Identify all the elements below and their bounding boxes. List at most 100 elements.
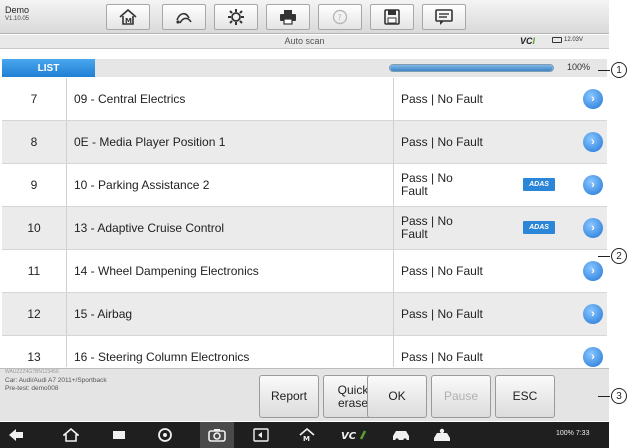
- home-button[interactable]: M: [106, 4, 150, 30]
- camera-button[interactable]: [200, 422, 234, 448]
- svg-text:M: M: [125, 17, 132, 25]
- callout-1-line: [598, 70, 610, 71]
- row-number: 7: [2, 78, 67, 120]
- table-row[interactable]: 7 09 - Central Electrics Pass | No Fault ›: [2, 78, 607, 121]
- system-status: Pass | No Fault: [401, 263, 483, 278]
- system-status: Pass | No Fault: [401, 306, 483, 321]
- system-status: Pass | No Fault: [401, 134, 483, 149]
- vehicle-info: Car: Audi/Audi A7 2011+/Sportback: [5, 377, 107, 384]
- recent-apps-button[interactable]: [111, 426, 127, 444]
- shop-manager-button[interactable]: [391, 426, 411, 444]
- app-version: V1.10.05: [5, 16, 30, 22]
- status-cell: Pass | No Fault ›: [394, 121, 607, 163]
- tab-list[interactable]: LIST: [2, 59, 95, 77]
- system-status: Pass | No Fault: [401, 91, 483, 106]
- vin-text: WAUZZZ4G7BN123456: [5, 369, 59, 375]
- display-mirror-button[interactable]: [253, 426, 269, 444]
- svg-text:VC: VC: [341, 431, 357, 441]
- esc-button[interactable]: ESC: [495, 375, 555, 418]
- status-cell: Pass | No Fault ›: [394, 336, 607, 367]
- battery-indicator: 12.03V: [552, 37, 583, 43]
- system-status: Pass | No Fault: [401, 214, 453, 241]
- scan-progress-fill: [390, 65, 553, 71]
- quick-erase-label-2: erase: [337, 395, 369, 410]
- scan-progress-bar: [389, 64, 554, 72]
- display-mirror-icon: [253, 428, 269, 442]
- data-logging-icon: [435, 9, 453, 25]
- row-number: 12: [2, 293, 67, 335]
- settings-icon: [228, 9, 244, 25]
- maxisys-home-button[interactable]: M: [299, 426, 315, 444]
- system-name: 15 - Airbag: [67, 293, 394, 335]
- chevron-glyph: ›: [591, 135, 595, 148]
- top-toolbar: Demo V1.10.05 M ?: [0, 0, 609, 34]
- row-number: 13: [2, 336, 67, 367]
- chevron-glyph: ›: [591, 264, 595, 277]
- chevron-right-icon[interactable]: ›: [583, 347, 603, 367]
- table-row[interactable]: 10 13 - Adaptive Cruise Control Pass | No …: [2, 207, 607, 250]
- android-home-button[interactable]: [63, 426, 79, 444]
- chevron-right-icon[interactable]: ›: [583, 132, 603, 152]
- chevron-glyph: ›: [591, 92, 595, 105]
- save-button[interactable]: [370, 4, 414, 30]
- data-logging-button[interactable]: [422, 4, 466, 30]
- vci-shortcut-button[interactable]: VC: [341, 426, 369, 444]
- settings-button[interactable]: [214, 4, 258, 30]
- system-name: 13 - Adaptive Cruise Control: [67, 207, 394, 249]
- chevron-right-icon[interactable]: ›: [583, 304, 603, 324]
- help-button[interactable]: ?: [318, 4, 362, 30]
- system-list: 7 09 - Central Electrics Pass | No Fault › 8…: [2, 78, 607, 367]
- android-home-icon: [63, 428, 79, 442]
- adas-badge: ADAS: [523, 178, 555, 191]
- app-window: Demo V1.10.05 M ? Auto scan VCI 12.03V L…: [0, 0, 609, 448]
- callout-3-line: [598, 396, 610, 397]
- table-row[interactable]: 9 10 - Parking Assistance 2 Pass | No Faul…: [2, 164, 607, 207]
- save-icon: [384, 9, 400, 25]
- camera-icon: [208, 429, 226, 442]
- chevron-right-icon[interactable]: ›: [583, 89, 603, 109]
- status-cell: Pass | No Fault ADAS ›: [394, 207, 607, 249]
- status-bar: Auto scan VCI 12.03V: [0, 35, 609, 49]
- adas-badge: ADAS: [523, 221, 555, 234]
- callout-3: 3: [611, 388, 627, 404]
- pause-button[interactable]: Pause: [431, 375, 491, 418]
- chevron-right-icon[interactable]: ›: [583, 218, 603, 238]
- back-button[interactable]: [8, 426, 24, 444]
- callout-1: 1: [611, 62, 627, 78]
- chevron-glyph: ›: [591, 221, 595, 234]
- chevron-glyph: ›: [591, 178, 595, 191]
- vehicle-swap-icon: [176, 12, 192, 24]
- table-row[interactable]: 12 15 - Airbag Pass | No Fault ›: [2, 293, 607, 336]
- report-button[interactable]: Report: [259, 375, 319, 418]
- browser-button[interactable]: [157, 426, 173, 444]
- print-button[interactable]: [266, 4, 310, 30]
- vehicle-swap-button[interactable]: [162, 4, 206, 30]
- remote-support-icon: [434, 428, 450, 441]
- vci-indicator: VCI: [520, 36, 535, 46]
- callout-2-line: [598, 256, 610, 257]
- battery-voltage: 12.03V: [564, 37, 584, 43]
- row-number: 10: [2, 207, 67, 249]
- list-header: LIST 100%: [2, 59, 607, 77]
- system-name: 16 - Steering Column Electronics: [67, 336, 394, 367]
- status-cell: Pass | No Fault ›: [394, 250, 607, 292]
- system-name: 10 - Parking Assistance 2: [67, 164, 394, 206]
- browser-icon: [158, 428, 172, 442]
- table-row[interactable]: 11 14 - Wheel Dampening Electronics Pass |…: [2, 250, 607, 293]
- battery-icon: [552, 37, 562, 43]
- vci-shortcut-icon: VC: [341, 430, 367, 441]
- maxisys-home-icon: M: [299, 428, 315, 442]
- row-number: 9: [2, 164, 67, 206]
- screen-title: Auto scan: [284, 36, 325, 46]
- back-icon: [9, 429, 23, 441]
- table-row[interactable]: 8 0E - Media Player Position 1 Pass | No F…: [2, 121, 607, 164]
- car-icon: [393, 431, 409, 442]
- table-row[interactable]: 13 16 - Steering Column Electronics Pass |…: [2, 336, 607, 367]
- ok-button[interactable]: OK: [367, 375, 427, 418]
- chevron-right-icon[interactable]: ›: [583, 175, 603, 195]
- remote-support-button[interactable]: [432, 426, 452, 444]
- system-status: Pass | No Fault: [401, 349, 483, 364]
- quick-erase-label-1: Quick: [337, 382, 369, 397]
- print-icon: [280, 10, 296, 25]
- chevron-right-icon[interactable]: ›: [583, 261, 603, 281]
